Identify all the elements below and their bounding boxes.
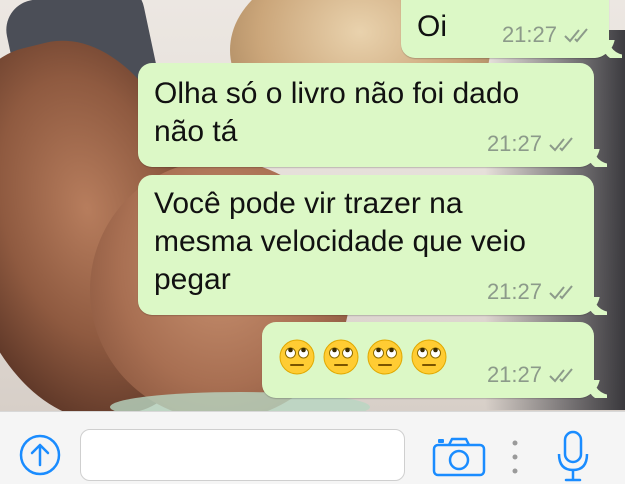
- face-with-rolling-eyes-icon: [279, 339, 315, 375]
- message-input[interactable]: [80, 429, 405, 481]
- more-dots-icon[interactable]: [510, 438, 520, 476]
- double-check-icon: [549, 285, 573, 300]
- face-with-rolling-eyes-icon: [411, 339, 447, 375]
- message-meta: 21:27: [487, 131, 576, 157]
- message-meta: 21:27: [487, 362, 576, 388]
- emoji-row: [278, 338, 448, 376]
- message-time: 21:27: [486, 279, 542, 304]
- message-time: 21:27: [486, 131, 542, 156]
- message-time: 21:27: [501, 22, 557, 47]
- bubble-tail: [586, 380, 608, 398]
- message-time: 21:27: [486, 362, 542, 387]
- message-text: Olha só o livro não foi dado não tá: [154, 77, 520, 148]
- face-with-rolling-eyes-icon: [323, 339, 359, 375]
- camera-icon[interactable]: [432, 436, 486, 478]
- upload-arrow-icon[interactable]: [18, 433, 62, 477]
- double-check-icon: [549, 368, 573, 383]
- message-bubble-outgoing[interactable]: Você pode vir trazer na mesma velocidade…: [138, 175, 600, 315]
- message-bubble-outgoing[interactable]: 21:27: [262, 322, 600, 398]
- message-text: Oi: [417, 10, 447, 43]
- double-check-icon: [549, 137, 573, 152]
- face-with-rolling-eyes-icon: [367, 339, 403, 375]
- microphone-icon[interactable]: [556, 430, 590, 484]
- message-meta: 21:27: [487, 279, 576, 305]
- double-check-icon: [564, 28, 588, 43]
- message-meta: 21:27: [502, 22, 591, 48]
- bubble-tail: [586, 149, 608, 167]
- message-text: Você pode vir trazer na mesma velocidade…: [154, 187, 526, 296]
- bubble-tail: [586, 297, 608, 315]
- bubble-tail: [601, 40, 623, 58]
- message-composer-bar: [0, 411, 625, 484]
- message-bubble-outgoing[interactable]: Olha só o livro não foi dado não tá 21:2…: [138, 63, 600, 167]
- message-bubble-outgoing[interactable]: Oi 21:27: [401, 0, 615, 58]
